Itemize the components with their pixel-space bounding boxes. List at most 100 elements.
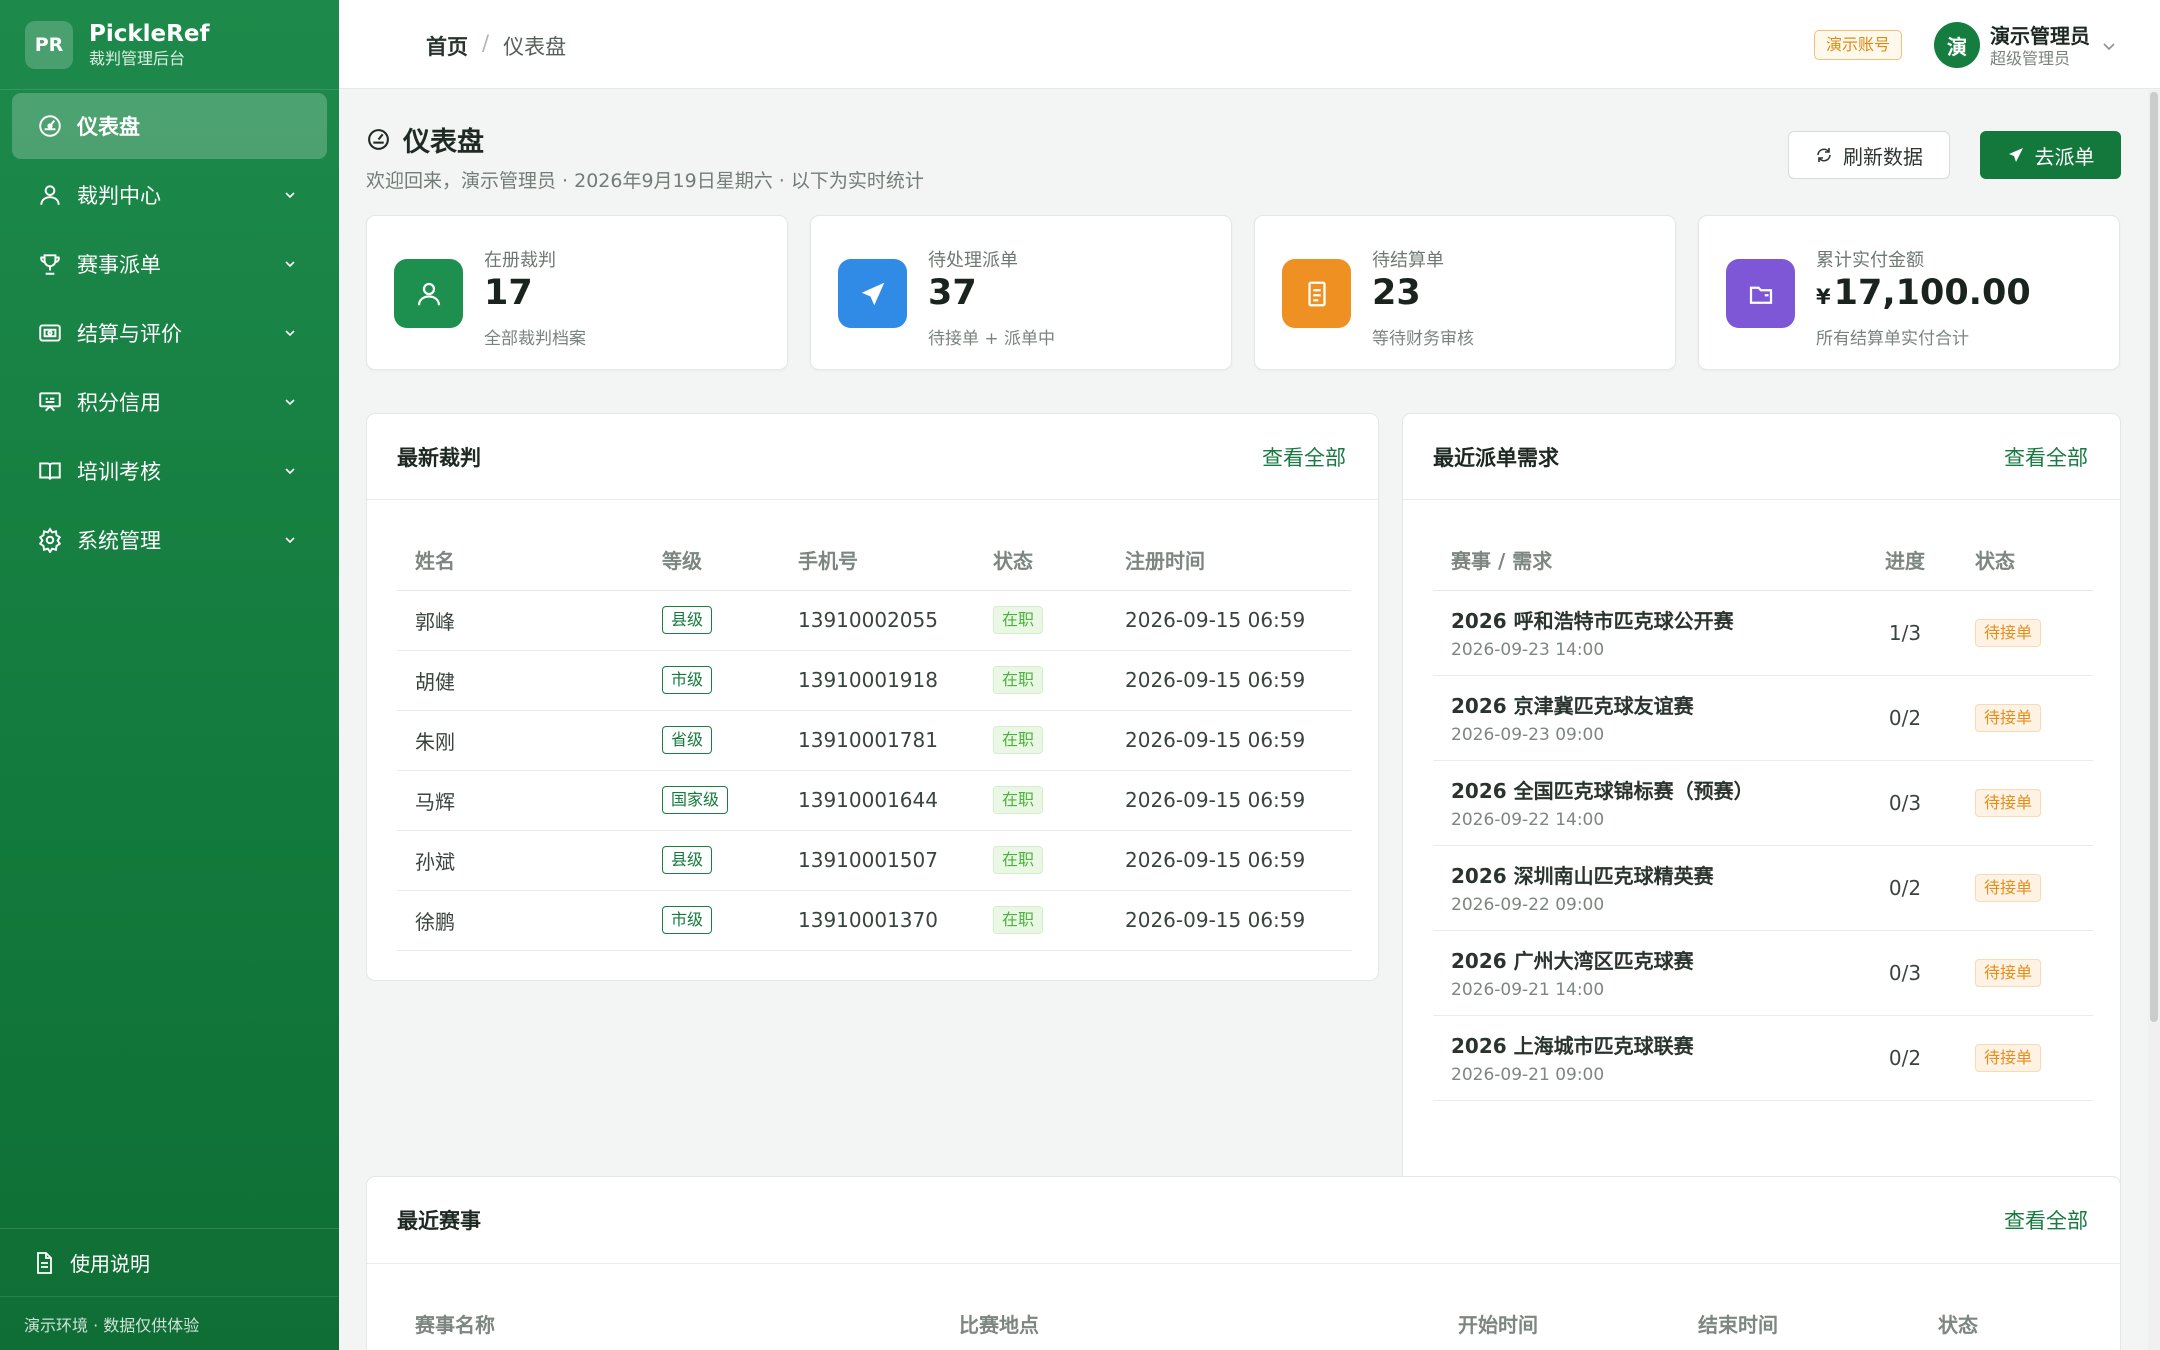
gear-icon: [38, 527, 62, 553]
column-header[interactable]: 比赛地点: [959, 1294, 1458, 1350]
refresh-icon: [1817, 148, 1831, 162]
gauge-icon: [39, 115, 61, 137]
table-row[interactable]: 2026 全国匹克球锦标赛（预赛） 2026-09-22 14:00 0/3 待接单: [1433, 760, 2093, 846]
event-time: 2026-09-21 14:00: [1451, 980, 1605, 1000]
level-cell: 市级: [662, 650, 798, 711]
column-header[interactable]: 注册时间: [1125, 530, 1351, 591]
event-cell: 2026 呼和浩特市匹克球公开赛 2026-09-23 14:00: [1433, 590, 1855, 676]
stat-value: 17: [484, 273, 533, 313]
phone-cell: 13910001507: [798, 830, 993, 891]
column-header[interactable]: 状态: [1938, 1294, 2093, 1350]
table-row[interactable]: 朱刚 省级 13910001781 在职 2026-09-15 06:59: [397, 710, 1351, 771]
stat-value: 23: [1372, 273, 1421, 313]
recent-dispatch-card: 最近派单需求 查看全部 赛事 / 需求 进度 状态 2026 呼和浩特市匹克球公…: [1402, 413, 2121, 1223]
view-all-link[interactable]: 查看全部: [2004, 1205, 2088, 1235]
stat-card-dispatch[interactable]: 待处理派单 37 待接单 + 派单中: [810, 215, 1232, 370]
column-header[interactable]: 姓名: [397, 530, 662, 591]
sidebar: PR PickleRef 裁判管理后台 仪表盘 裁判中心 赛事派单 结算与评价 …: [0, 0, 339, 1350]
sidebar-item-dashboard[interactable]: 仪表盘: [12, 93, 327, 159]
topbar: 首页 / 仪表盘 演示账号 演 演示管理员 超级管理员: [339, 0, 2160, 89]
event-name: 2026 京津冀匹克球友谊赛: [1451, 694, 1694, 718]
view-all-link[interactable]: 查看全部: [2004, 442, 2088, 472]
document-icon: [37, 1251, 52, 1274]
column-header[interactable]: 等级: [662, 530, 798, 591]
view-all-link[interactable]: 查看全部: [1262, 442, 1346, 472]
stat-icon-bg: [1726, 259, 1795, 328]
brand[interactable]: PR PickleRef 裁判管理后台: [0, 0, 339, 90]
brand-subtitle: 裁判管理后台: [89, 48, 186, 68]
stat-label: 待结算单: [1372, 250, 1444, 271]
table-row[interactable]: 胡健 市级 13910001918 在职 2026-09-15 06:59: [397, 650, 1351, 711]
event-cell: 2026 京津冀匹克球友谊赛 2026-09-23 09:00: [1433, 675, 1855, 761]
stat-note: 待接单 + 派单中: [928, 329, 1056, 349]
referee-name: 徐鹏: [397, 890, 662, 951]
status-badge: 在职: [993, 846, 1044, 874]
column-header[interactable]: 手机号: [798, 530, 993, 591]
stat-label: 在册裁判: [484, 250, 556, 271]
scrollbar-thumb[interactable]: [2150, 92, 2158, 1022]
column-header[interactable]: 赛事名称: [397, 1294, 959, 1350]
table-row[interactable]: 2026 上海城市匹克球联赛 2026-09-21 09:00 0/2 待接单: [1433, 1015, 2093, 1101]
table-row[interactable]: 2026 广州大湾区匹克球赛 2026-09-21 14:00 0/3 待接单: [1433, 930, 2093, 1016]
chevron-down-icon[interactable]: [2101, 38, 2117, 54]
page-subtitle: 欢迎回来，演示管理员 · 2026年9月19日星期六 · 以下为实时统计: [366, 170, 924, 192]
column-header[interactable]: 结束时间: [1698, 1294, 1938, 1350]
event-name: 2026 呼和浩特市匹克球公开赛: [1451, 609, 1734, 633]
events-table: 赛事名称 比赛地点 开始时间 结束时间 状态: [397, 1294, 2093, 1350]
progress-cell: 0/3: [1855, 930, 1955, 1016]
sidebar-item-label: 培训考核: [77, 460, 161, 484]
column-header[interactable]: 状态: [1955, 530, 2093, 591]
avatar[interactable]: 演: [1934, 22, 1980, 68]
status-badge: 在职: [993, 726, 1044, 754]
stat-card-settlement[interactable]: 待结算单 23 等待财务审核: [1254, 215, 1676, 370]
refresh-button[interactable]: 刷新数据: [1788, 131, 1950, 179]
table-row[interactable]: 2026 京津冀匹克球友谊赛 2026-09-23 09:00 0/2 待接单: [1433, 675, 2093, 761]
column-header[interactable]: 进度: [1855, 530, 1955, 591]
demo-account-badge: 演示账号: [1814, 30, 1903, 60]
phone-cell: 13910001370: [798, 890, 993, 951]
event-name: 2026 深圳南山匹克球精英赛: [1451, 864, 1714, 888]
sidebar-item-credit[interactable]: 积分信用: [12, 369, 327, 435]
table-row[interactable]: 徐鹏 市级 13910001370 在职 2026-09-15 06:59: [397, 890, 1351, 951]
column-header[interactable]: 状态: [993, 530, 1125, 591]
level-tag: 市级: [662, 906, 713, 934]
dispatch-button[interactable]: 去派单: [1980, 131, 2121, 179]
status-cell: 待接单: [1955, 590, 2093, 676]
stat-icon-bg: [394, 259, 463, 328]
page-title: 仪表盘: [366, 120, 484, 159]
stat-note: 全部裁判档案: [484, 329, 586, 349]
stat-card-amount[interactable]: 累计实付金额 ¥17,100.00 所有结算单实付合计: [1698, 215, 2120, 370]
status-badge: 待接单: [1975, 618, 2042, 647]
status-badge: 在职: [993, 906, 1044, 934]
trophy-icon: [40, 254, 60, 275]
sidebar-item-dispatch[interactable]: 赛事派单: [12, 231, 327, 297]
stat-amount: 17,100.00: [1833, 273, 2031, 313]
event-time: 2026-09-22 09:00: [1451, 895, 1605, 915]
sidebar-item-system[interactable]: 系统管理: [12, 507, 327, 573]
sidebar-item-label: 系统管理: [77, 529, 161, 553]
column-header[interactable]: 开始时间: [1458, 1294, 1698, 1350]
level-tag: 县级: [662, 846, 713, 874]
sidebar-item-referees[interactable]: 裁判中心: [12, 162, 327, 228]
table-row[interactable]: 马辉 国家级 13910001644 在职 2026-09-15 06:59: [397, 770, 1351, 831]
breadcrumb-home[interactable]: 首页: [426, 31, 468, 61]
table-row[interactable]: 孙斌 县级 13910001507 在职 2026-09-15 06:59: [397, 830, 1351, 891]
user-icon: [40, 185, 60, 205]
sidebar-item-label: 仪表盘: [77, 115, 140, 139]
level-tag: 国家级: [662, 786, 729, 814]
status-badge: 在职: [993, 606, 1044, 634]
sidebar-item-training[interactable]: 培训考核: [12, 438, 327, 504]
sidebar-item-settlement[interactable]: 结算与评价: [12, 300, 327, 366]
help-link[interactable]: 使用说明: [0, 1228, 339, 1296]
table-row[interactable]: 2026 呼和浩特市匹克球公开赛 2026-09-23 14:00 1/3 待接单: [1433, 590, 2093, 676]
table-row[interactable]: 郭峰 县级 13910002055 在职 2026-09-15 06:59: [397, 590, 1351, 651]
table-row[interactable]: 2026 深圳南山匹克球精英赛 2026-09-22 09:00 0/2 待接单: [1433, 845, 2093, 931]
board-icon: [39, 392, 61, 412]
send-icon: [2008, 148, 2023, 162]
column-header[interactable]: 赛事 / 需求: [1433, 530, 1855, 591]
status-cell: 待接单: [1955, 760, 2093, 846]
stat-card-referees[interactable]: 在册裁判 17 全部裁判档案: [366, 215, 788, 370]
breadcrumb: 首页 / 仪表盘: [426, 31, 566, 61]
latest-referees-card: 最新裁判 查看全部 姓名 等级 手机号 状态 注册时间 郭峰 县级 13910002…: [366, 413, 1379, 981]
phone-cell: 13910001781: [798, 710, 993, 771]
